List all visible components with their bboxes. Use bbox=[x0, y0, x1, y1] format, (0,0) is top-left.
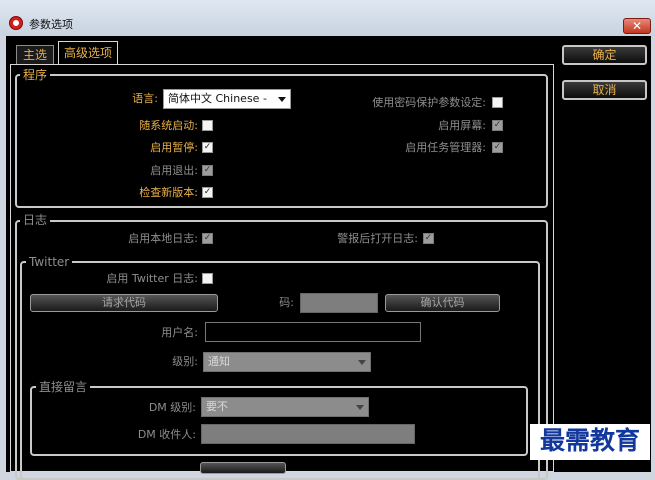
alert-log-label: 警报后打开日志: bbox=[337, 232, 418, 245]
task-manager-label: 启用任务管理器: bbox=[405, 141, 486, 154]
confirm-code-button[interactable]: 确认代码 bbox=[385, 294, 500, 312]
check-update-label: 检查新版本: bbox=[139, 186, 198, 199]
task-manager-checkbox[interactable]: ✓ bbox=[492, 142, 503, 153]
close-button[interactable]: ✕ bbox=[623, 18, 651, 34]
dm-level-select[interactable]: 要不 bbox=[201, 397, 369, 417]
level-select[interactable]: 通知 bbox=[203, 352, 371, 372]
window-title: 参数选项 bbox=[29, 18, 73, 31]
alert-log-checkbox[interactable]: ✓ bbox=[423, 233, 434, 244]
dm-level-label: DM 级别: bbox=[148, 401, 196, 414]
pause-label: 启用暂停: bbox=[150, 141, 198, 154]
twitter-enable-label: 启用 Twitter 日志: bbox=[106, 272, 198, 285]
pause-checkbox[interactable]: ✓ bbox=[202, 142, 213, 153]
username-input[interactable] bbox=[205, 322, 421, 342]
password-label: 使用密码保护参数设定: bbox=[372, 96, 486, 109]
language-select[interactable]: 简体中文 Chinese - bbox=[163, 89, 291, 109]
title-bar: 参数选项 ✕ bbox=[0, 0, 655, 36]
local-log-checkbox[interactable]: ✓ bbox=[202, 233, 213, 244]
twitter-enable-checkbox[interactable] bbox=[202, 273, 213, 284]
dm-recipient-input[interactable] bbox=[201, 424, 415, 444]
twitter-legend: Twitter bbox=[26, 255, 73, 269]
cancel-button[interactable]: 取消 bbox=[562, 80, 647, 100]
ok-button[interactable]: 确定 bbox=[562, 45, 647, 65]
tab-advanced-options[interactable]: 高级选项 bbox=[58, 41, 118, 65]
check-update-checkbox[interactable]: ✓ bbox=[202, 187, 213, 198]
password-checkbox[interactable] bbox=[492, 97, 503, 108]
chevron-down-icon bbox=[358, 360, 366, 365]
username-label: 用户名: bbox=[161, 326, 198, 339]
tab-main-options[interactable]: 主选 bbox=[16, 45, 54, 65]
autostart-label: 随系统启动: bbox=[139, 119, 198, 132]
screen-label: 启用屏幕: bbox=[438, 119, 486, 132]
code-input[interactable] bbox=[300, 293, 378, 313]
direct-message-legend: 直接留言 bbox=[36, 380, 91, 394]
level-select-value: 通知 bbox=[208, 355, 230, 368]
exit-label: 启用退出: bbox=[150, 164, 198, 177]
code-label: 码: bbox=[279, 296, 294, 309]
autostart-checkbox[interactable] bbox=[202, 120, 213, 131]
program-legend: 程序 bbox=[20, 68, 51, 82]
level-label: 级别: bbox=[172, 355, 198, 368]
chevron-down-icon bbox=[356, 405, 364, 410]
log-legend: 日志 bbox=[20, 213, 51, 227]
watermark-logo: 最需教育 bbox=[530, 424, 650, 460]
screen-checkbox[interactable]: ✓ bbox=[492, 120, 503, 131]
local-log-label: 启用本地日志: bbox=[128, 232, 198, 245]
app-icon bbox=[9, 16, 23, 30]
request-code-button[interactable]: 请求代码 bbox=[30, 294, 218, 312]
language-label: 语言: bbox=[132, 92, 158, 105]
language-select-value: 简体中文 Chinese - bbox=[168, 92, 267, 105]
partial-button[interactable] bbox=[200, 462, 286, 474]
dm-level-select-value: 要不 bbox=[206, 400, 228, 413]
exit-checkbox[interactable]: ✓ bbox=[202, 165, 213, 176]
chevron-down-icon bbox=[278, 97, 286, 102]
dm-recipient-label: DM 收件人: bbox=[137, 428, 196, 441]
